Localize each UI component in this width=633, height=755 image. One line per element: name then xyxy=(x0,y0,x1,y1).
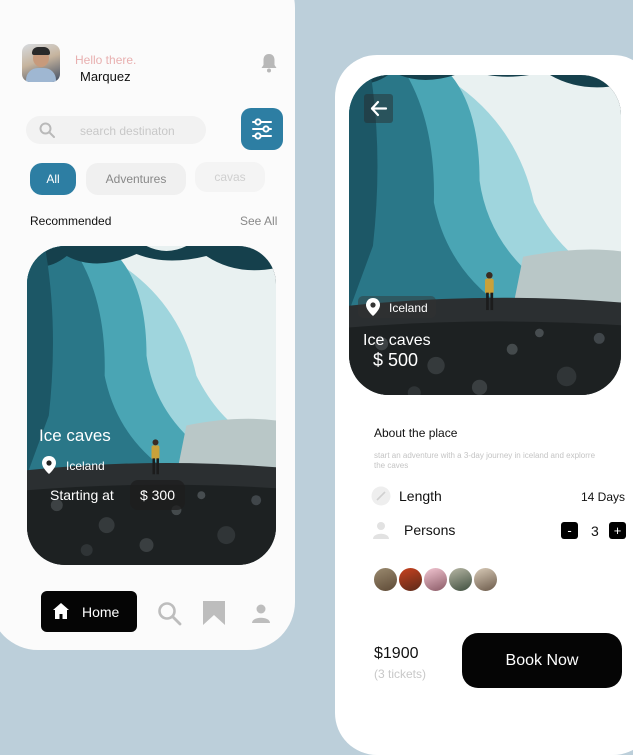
length-label: Length xyxy=(399,488,442,504)
username: Marquez xyxy=(80,69,131,84)
about-title: About the place xyxy=(374,426,458,440)
bell-icon[interactable] xyxy=(260,52,278,74)
avatar xyxy=(373,567,398,592)
back-arrow-icon xyxy=(370,100,388,117)
filter-icon xyxy=(252,118,272,140)
search-bar xyxy=(26,116,206,144)
destination-photo xyxy=(27,246,276,565)
card-starting-label: Starting at xyxy=(50,487,114,503)
length-value: 14 Days xyxy=(581,490,626,504)
category-chip-all[interactable]: All xyxy=(30,163,76,195)
section-title: Recommended xyxy=(30,214,112,228)
destination-price: $ 500 xyxy=(373,350,419,370)
profile-icon[interactable] xyxy=(251,603,271,623)
person-icon xyxy=(373,522,389,539)
back-button[interactable] xyxy=(364,94,393,123)
avatar xyxy=(398,567,423,592)
see-all-link[interactable]: See All xyxy=(240,214,277,228)
category-chip-adventures[interactable]: Adventures xyxy=(86,163,186,195)
total-price: $1900 xyxy=(374,645,419,662)
persons-count: 3 xyxy=(591,523,599,539)
length-icon xyxy=(371,486,391,506)
destination-card[interactable]: Ice caves Iceland Starting at $ 300 xyxy=(27,246,276,565)
search-input[interactable] xyxy=(78,121,204,141)
increase-persons-button[interactable]: + xyxy=(609,522,626,539)
book-now-button[interactable]: Book Now xyxy=(462,633,622,688)
card-location: Iceland xyxy=(66,459,105,473)
home-screen: Hello there. Marquez All Adventures cava… xyxy=(0,0,295,650)
avatar xyxy=(423,567,448,592)
card-price-badge: $ 300 xyxy=(130,480,185,510)
avatar[interactable] xyxy=(22,44,60,82)
location-pin-icon xyxy=(366,298,380,316)
ticket-count: (3 tickets) xyxy=(374,667,427,681)
bookmark-icon[interactable] xyxy=(202,600,226,626)
decrease-persons-button[interactable]: - xyxy=(561,522,578,539)
about-description: start an adventure with a 3-day journey … xyxy=(374,451,596,470)
search-icon xyxy=(39,122,55,138)
location-label: Iceland xyxy=(389,301,428,315)
nav-home-label: Home xyxy=(82,604,120,620)
location-pin-icon xyxy=(42,456,56,474)
home-icon xyxy=(53,603,69,619)
greeting-text: Hello there. xyxy=(75,53,137,67)
hero-image-card: Iceland Ice caves $ 500 xyxy=(349,75,621,395)
filter-button[interactable] xyxy=(241,108,283,150)
category-chip-cavas[interactable]: cavas xyxy=(195,162,265,192)
search-icon[interactable] xyxy=(156,600,182,626)
card-title: Ice caves xyxy=(39,426,111,445)
destination-title: Ice caves xyxy=(363,332,431,349)
avatar xyxy=(473,567,498,592)
location-badge: Iceland xyxy=(358,296,436,318)
nav-home-button[interactable]: Home xyxy=(41,591,137,632)
persons-label: Persons xyxy=(404,522,456,538)
detail-screen: Iceland Ice caves $ 500 About the place … xyxy=(335,55,633,755)
avatar xyxy=(448,567,473,592)
